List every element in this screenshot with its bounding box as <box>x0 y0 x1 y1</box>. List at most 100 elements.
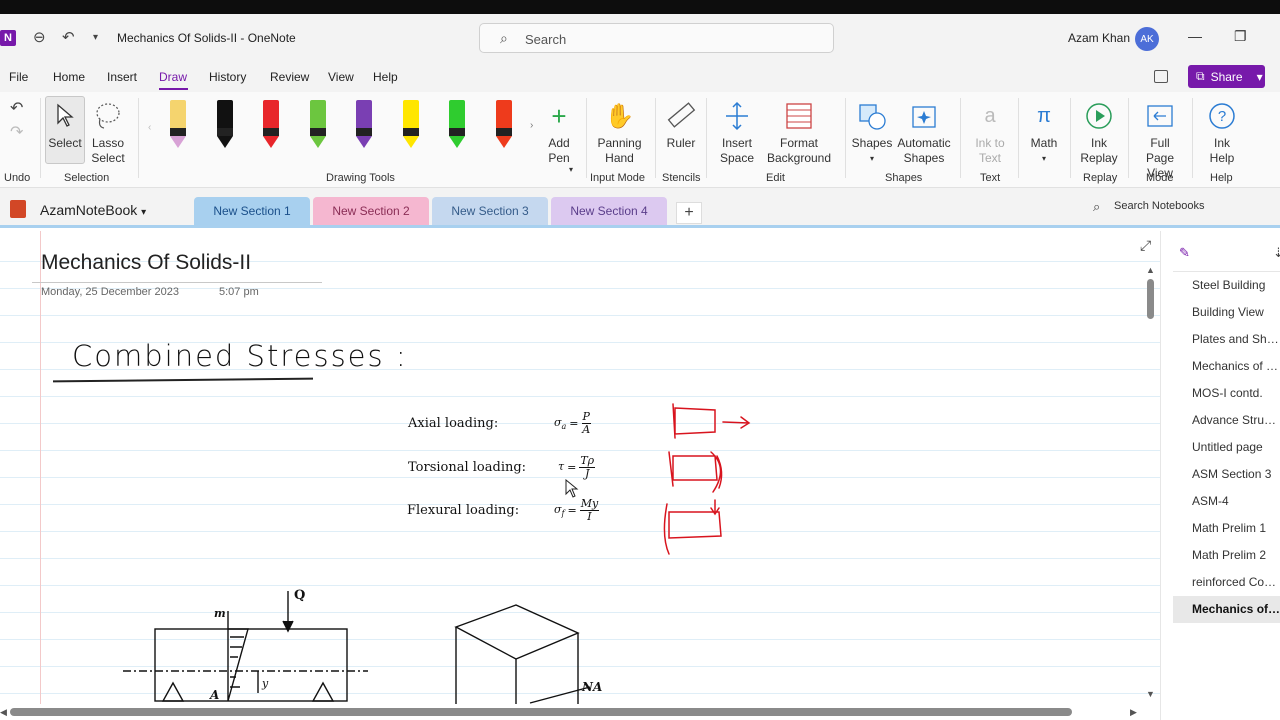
page-list-item[interactable]: Math Prelim 2 <box>1173 542 1280 569</box>
menu-draw[interactable]: Draw <box>159 70 187 84</box>
page-list-item[interactable]: Steel Building <box>1173 272 1280 299</box>
page-list-item[interactable]: reinforced Conc... <box>1173 569 1280 596</box>
scrollbar-thumb[interactable] <box>10 708 1072 716</box>
menu-review[interactable]: Review <box>270 70 309 84</box>
quick-access-dropdown-icon[interactable]: ▾ <box>93 32 98 43</box>
menu-file[interactable]: File <box>9 70 28 84</box>
ruler-label: Ruler <box>666 136 696 150</box>
pens-scroll-right-icon[interactable]: › <box>530 120 533 131</box>
pens-scroll-left-icon[interactable]: ‹ <box>148 122 151 133</box>
flexure-sketch <box>663 499 722 555</box>
panning-hand-button[interactable]: ✋ Panning Hand <box>592 96 647 166</box>
axial-formula: σa = PA <box>554 410 591 436</box>
page-list-item[interactable]: Mechanics of S... <box>1173 353 1280 380</box>
lasso-select-button[interactable]: Lasso Select <box>88 96 128 166</box>
title-underline <box>32 282 322 283</box>
section-tab[interactable]: New Section 3 <box>432 197 548 225</box>
page-list-item[interactable]: Mechanics of S... <box>1173 596 1280 623</box>
section-tab[interactable]: New Section 2 <box>313 197 429 225</box>
search-notebooks[interactable]: Search Notebooks <box>1114 200 1205 212</box>
back-icon[interactable]: ⊖ <box>33 28 46 46</box>
scrollbar-thumb[interactable] <box>1147 279 1154 319</box>
automatic-shapes-icon <box>909 96 939 136</box>
user-name[interactable]: Azam Khan <box>1068 31 1130 45</box>
select-button[interactable]: Select <box>45 96 85 151</box>
expand-icon[interactable]: ⤢ <box>1140 237 1151 254</box>
page-canvas[interactable]: Mechanics Of Solids-II Monday, 25 Decemb… <box>0 231 1160 704</box>
shapes-button[interactable]: Shapes ▾ <box>850 96 894 166</box>
notebook-pane-icon[interactable] <box>1154 70 1168 83</box>
insert-space-button[interactable]: Insert Space <box>714 96 760 166</box>
page-list-item[interactable]: Building View <box>1173 299 1280 326</box>
scroll-up-icon[interactable]: ▲ <box>1146 265 1155 275</box>
pen-tool[interactable] <box>449 100 465 148</box>
group-shapes: Shapes <box>885 172 923 184</box>
menu-insert[interactable]: Insert <box>107 70 137 84</box>
handwritten-heading[interactable]: Combined Stresses : <box>72 339 408 373</box>
page-list-item[interactable]: Untitled page <box>1173 434 1280 461</box>
page-title[interactable]: Mechanics Of Solids-II <box>41 251 251 275</box>
scroll-left-icon[interactable]: ◀ <box>0 707 7 718</box>
section-tab[interactable]: New Section 1 <box>194 197 310 225</box>
pen-tool[interactable] <box>402 100 419 148</box>
notebook-picker[interactable]: AzamNoteBook ▾ <box>40 202 146 218</box>
add-pen-button[interactable]: + Add Pen ▾ <box>538 96 580 177</box>
vertical-scrollbar[interactable]: ▲ ▼ <box>1143 261 1157 701</box>
menu-home[interactable]: Home <box>53 70 85 84</box>
pen-tool[interactable] <box>309 100 326 148</box>
group-text: Text <box>980 172 1001 184</box>
math-button[interactable]: π Math ▾ <box>1024 96 1064 166</box>
ink-help-button[interactable]: ? Ink Help <box>1200 96 1244 166</box>
pen-tool[interactable] <box>216 100 233 148</box>
plus-icon: + <box>551 100 567 131</box>
pen-tool[interactable] <box>356 100 372 148</box>
ink-to-text-button[interactable]: a Ink to Text <box>968 96 1012 166</box>
avatar[interactable]: AK <box>1135 27 1159 51</box>
ink-replay-button[interactable]: Ink Replay <box>1076 96 1122 166</box>
section-tab[interactable]: New Section 4 <box>551 197 667 225</box>
page-list-item[interactable]: ASM Section 3 <box>1173 461 1280 488</box>
sort-icon[interactable]: ⇣ <box>1273 245 1280 261</box>
menu-view[interactable]: View <box>328 70 354 84</box>
minimize-icon[interactable]: — <box>1188 28 1202 44</box>
insert-space-label: Insert Space <box>719 136 755 165</box>
ink-to-text-icon: a <box>984 104 996 127</box>
group-input-mode: Input Mode <box>590 172 646 184</box>
scroll-down-icon[interactable]: ▼ <box>1146 689 1155 699</box>
formula-symbol: τ <box>558 459 565 473</box>
undo-icon[interactable]: ↶ <box>10 98 23 118</box>
margin-line <box>40 231 41 704</box>
pen-tool[interactable] <box>495 100 512 148</box>
restore-icon[interactable]: ❐ <box>1234 28 1247 45</box>
ruler-button[interactable]: Ruler <box>662 96 700 151</box>
ruler-icon <box>666 96 696 136</box>
menu-history[interactable]: History <box>209 70 246 84</box>
add-section-button[interactable]: + <box>676 202 702 224</box>
add-page-icon[interactable]: ✎ <box>1179 245 1213 263</box>
automatic-shapes-button[interactable]: Automatic Shapes <box>894 96 954 166</box>
beam-diagram: Q m A y <box>123 588 368 702</box>
undo-icon[interactable]: ↶ <box>62 28 75 46</box>
format-background-button[interactable]: Format Background <box>760 96 838 166</box>
horizontal-scrollbar[interactable]: ◀ ▶ <box>0 704 1160 720</box>
page-list-item[interactable]: Math Prelim 1 <box>1173 515 1280 542</box>
divider <box>706 98 707 178</box>
redo-icon[interactable]: ↷ <box>10 122 23 142</box>
pen-tool[interactable] <box>170 100 186 148</box>
menu-help[interactable]: Help <box>373 70 398 84</box>
group-replay: Replay <box>1083 172 1118 184</box>
share-button[interactable]: ⧉ Share ▾ <box>1188 65 1265 88</box>
pen-tool[interactable] <box>263 100 279 148</box>
page-list-item[interactable]: ASM-4 <box>1173 488 1280 515</box>
divider <box>655 98 656 178</box>
page-list-item[interactable]: MOS-I contd. <box>1173 380 1280 407</box>
page-list-item[interactable]: Advance Struct... <box>1173 407 1280 434</box>
format-background-label: Format Background <box>766 136 832 165</box>
scroll-right-icon[interactable]: ▶ <box>1130 707 1137 718</box>
chevron-down-icon: ▾ <box>869 154 874 163</box>
search-input[interactable]: ⌕ Search <box>479 23 834 53</box>
full-page-view-button[interactable]: Full Page View <box>1134 96 1186 181</box>
axial-sketch <box>672 403 751 439</box>
page-list-item[interactable]: Plates and Shell ... <box>1173 326 1280 353</box>
title-bar: N ⊖ ↶ ▾ Mechanics Of Solids-II - OneNote… <box>0 14 1280 62</box>
